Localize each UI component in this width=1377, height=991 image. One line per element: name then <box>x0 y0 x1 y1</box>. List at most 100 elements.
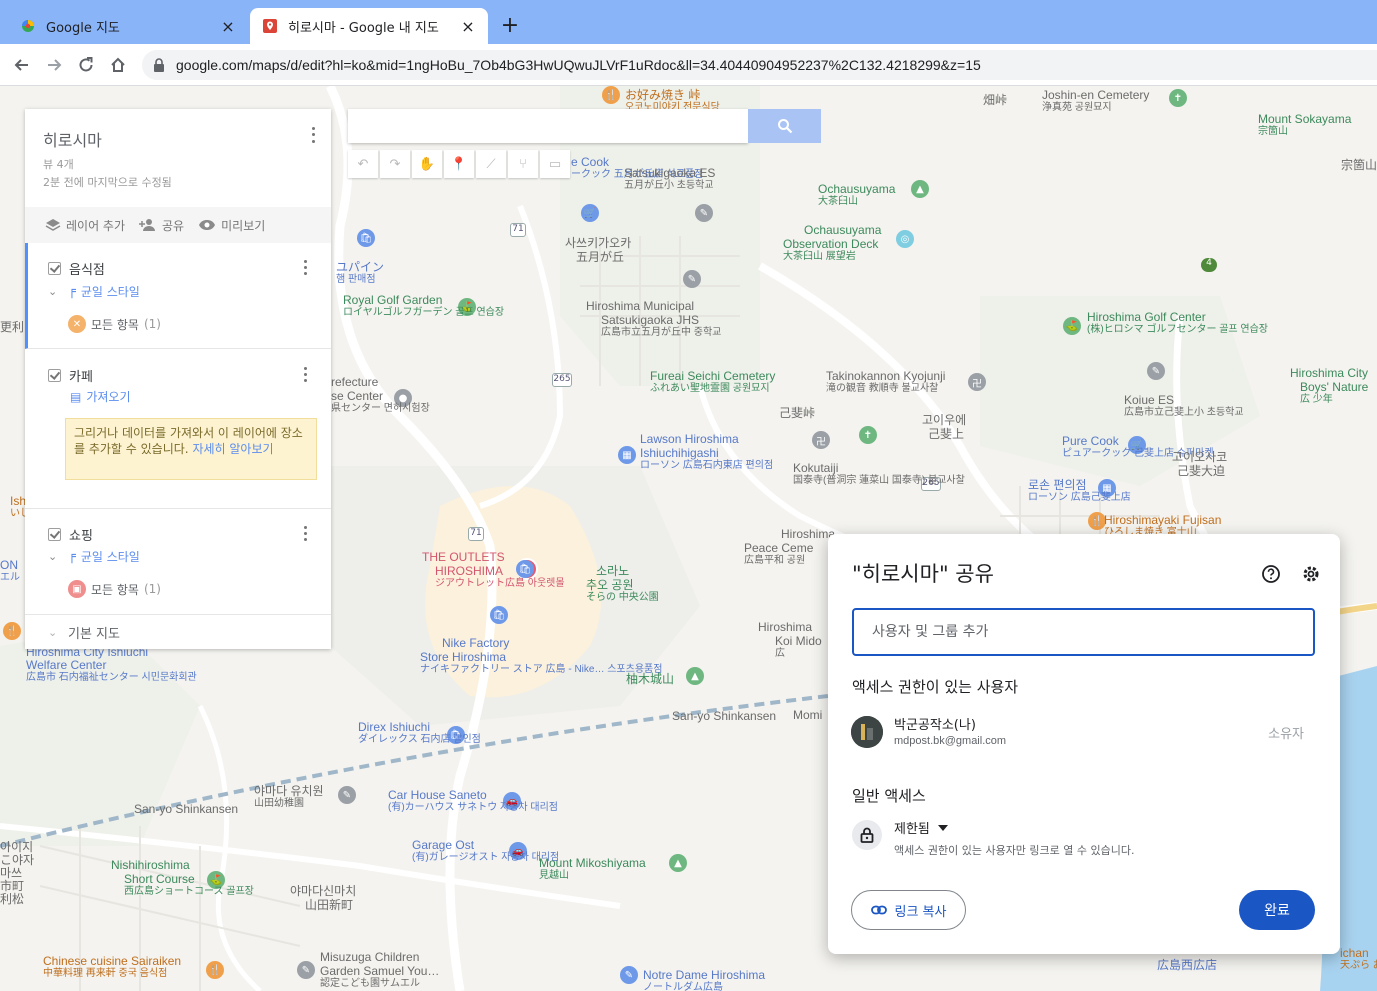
map-place-label[interactable]: 己斐大迫 <box>1177 464 1225 478</box>
directions-button[interactable]: ⑂ <box>508 150 538 178</box>
shop-pin-icon[interactable]: 🛒 <box>581 204 599 222</box>
layer-items-row[interactable]: ✕ 모든 항목 (1) <box>68 315 161 333</box>
map-place-label[interactable]: Momi <box>793 708 822 722</box>
map-place-label[interactable]: Misuzuga Children <box>320 950 419 964</box>
school-pin-icon[interactable]: ✎ <box>683 270 701 288</box>
map-place-label[interactable]: se Center 県センター 면허시험장 <box>331 389 430 414</box>
new-tab-button[interactable]: + <box>498 14 522 38</box>
map-place-label[interactable]: Nishihiroshima <box>111 858 190 872</box>
map-place-label[interactable]: 아이지 <box>0 840 33 854</box>
add-people-field[interactable] <box>852 608 1315 656</box>
temple-pin-icon[interactable]: 卍 <box>968 373 986 391</box>
map-place-label[interactable]: Kokutaiji 国泰寺(普洞宗 蓮菜山 国泰寺) 불교사찰 <box>793 461 965 486</box>
layer-checkbox[interactable] <box>48 262 61 275</box>
golf-pin-icon[interactable]: ⛳ <box>1063 317 1081 335</box>
map-place-label[interactable]: 사쓰키가오카 <box>565 236 631 250</box>
map-place-label[interactable]: Garage Ost (有)ガレージオスト 자동차 대리점 <box>412 838 559 863</box>
map-place-label[interactable]: Notre Dame Hiroshima ノートルダム広島 <box>643 968 765 991</box>
map-place-label[interactable]: 소라노 <box>596 564 629 578</box>
map-place-label[interactable]: Satsukigaoka ES 五月が丘小 초등학교 <box>624 166 715 191</box>
address-bar[interactable]: google.com/maps/d/edit?hl=ko&mid=1ngHoBu… <box>142 50 1377 80</box>
map-place-label[interactable]: Garden Samuel You… 認定こども園サムエル <box>320 964 439 989</box>
back-button[interactable] <box>8 51 36 79</box>
map-place-label[interactable]: 己斐上 <box>928 427 964 441</box>
park-pin-icon[interactable]: ▲ <box>686 667 704 685</box>
viewpoint-pin-icon[interactable]: ◎ <box>896 230 914 248</box>
map-place-label[interactable]: THE OUTLETS <box>422 550 505 564</box>
layer-options-button[interactable] <box>299 365 311 383</box>
map-search-input[interactable] <box>348 109 748 143</box>
cemetery-pin-icon[interactable]: ✝ <box>859 426 877 444</box>
chevron-down-icon[interactable]: ⌄ <box>48 626 68 639</box>
layer-checkbox[interactable] <box>48 528 61 541</box>
map-place-label[interactable]: Chinese cuisine Sairaiken 中華料理 再来軒 중국 음식점 <box>43 954 181 979</box>
school-pin-icon[interactable]: ✎ <box>1147 362 1165 380</box>
map-place-label[interactable]: Boys' Nature 広 少年 <box>1300 380 1368 405</box>
mountain-pin-icon[interactable]: ▲ <box>911 180 929 198</box>
map-place-label[interactable]: 마쓰 <box>0 866 22 880</box>
undo-button[interactable]: ↶ <box>348 150 378 178</box>
layer-items-row[interactable]: ▣ 모든 항목 (1) <box>68 580 161 598</box>
help-icon[interactable] <box>1261 564 1281 584</box>
map-place-label[interactable]: Ochausuyama 大茶臼山 <box>818 182 895 207</box>
map-place-label[interactable]: Hiroshima <box>758 620 812 634</box>
chevron-down-icon[interactable]: ⌄ <box>48 550 68 563</box>
map-place-label[interactable]: Peace Ceme 広島平和 공원 <box>744 541 813 566</box>
map-place-label[interactable]: Satsukigaoka JHS 広島市立五月が丘中 중학교 <box>601 313 721 338</box>
restaurant-pin-icon[interactable]: 🍴 <box>602 86 620 104</box>
map-place-label[interactable]: San-yo Shinkansen <box>134 802 238 816</box>
map-options-button[interactable] <box>307 125 319 145</box>
map-place-label[interactable]: 宗箇山 <box>1341 158 1377 172</box>
home-button[interactable] <box>104 51 132 79</box>
map-place-label[interactable]: 畑峠 <box>983 93 1007 107</box>
map-place-label[interactable]: Welfare Center 広島市 石内福祉センター 시민문화회관 <box>26 658 197 683</box>
map-place-label[interactable]: Observation Deck 大茶臼山 展望岩 <box>783 237 878 262</box>
map-place-label[interactable]: 己斐峠 <box>779 406 815 420</box>
temple-pin-icon[interactable]: 卍 <box>812 431 830 449</box>
map-place-label[interactable]: 市町 <box>0 879 24 893</box>
copy-link-button[interactable]: 링크 복사 <box>851 890 966 930</box>
learn-more-link[interactable]: 자세히 알아보기 <box>192 442 273 456</box>
map-place-label[interactable]: Koiue ES 広島市立己斐上小 초등학교 <box>1124 393 1244 418</box>
map-place-label[interactable]: 広島西広店 <box>1157 958 1217 972</box>
add-people-input[interactable] <box>872 624 1313 640</box>
add-marker-button[interactable]: 📍 <box>444 150 474 178</box>
draw-line-button[interactable]: ⟋ <box>476 150 506 178</box>
map-place-label[interactable]: ユパイン 햄 판매점 <box>336 260 384 285</box>
map-place-label[interactable]: Hiroshima <box>781 527 835 541</box>
add-layer-button[interactable]: 레이어 추가 <box>45 217 125 234</box>
cemetery-pin-icon[interactable]: ✝ <box>1169 89 1187 107</box>
measure-button[interactable]: ▭ <box>540 150 570 178</box>
school-pin-icon[interactable]: ✎ <box>297 961 315 979</box>
layer-name[interactable]: 음식점 <box>69 259 105 278</box>
school-pin-icon[interactable]: ✎ <box>695 204 713 222</box>
map-place-label[interactable]: 更利 <box>0 320 24 334</box>
tab-google-maps[interactable]: Google 지도 × <box>8 8 248 44</box>
map-place-label[interactable]: 柚木城山 <box>626 672 674 686</box>
layer-cafe[interactable]: 카페 ▤ 가져오기 그리거나 데이터를 가져와서 이 레이어에 장소를 추가할 … <box>25 350 331 509</box>
tab-close-icon[interactable]: × <box>220 17 236 36</box>
layer-name[interactable]: 쇼핑 <box>69 525 93 544</box>
layer-restaurants[interactable]: 음식점 ⌄ ╒ 균일 스타일 ✕ 모든 항목 (1) <box>25 243 331 349</box>
map-place-label[interactable]: 야마다 유치원 山田幼稚園 <box>254 784 324 809</box>
shop-pin-icon[interactable]: 🛍 <box>490 606 508 624</box>
map-place-label[interactable]: Car House Saneto (有)カーハウス サネトウ 자동차 대리점 <box>388 788 558 813</box>
map-place-label[interactable]: Fureai Seichi Cemetery ふれあい聖地霊園 공원묘지 <box>650 369 775 394</box>
map-place-label[interactable]: Takinokannon Kyojunji 滝の観音 教順寺 불교사찰 <box>826 369 945 394</box>
map-search-box[interactable] <box>348 109 748 143</box>
redo-button[interactable]: ↷ <box>380 150 410 178</box>
layer-name[interactable]: 카페 <box>69 366 93 385</box>
map-place-label[interactable]: 야마다신마치 <box>290 884 356 898</box>
shop-pin-icon[interactable]: 🛍 <box>357 229 375 247</box>
layer-shopping[interactable]: 쇼핑 ⌄ ╒ 균일 스타일 ▣ 모든 항목 (1) <box>25 510 331 615</box>
map-place-label[interactable]: Nike Factory <box>442 636 509 650</box>
map-place-label[interactable]: こ야자 <box>0 853 34 867</box>
map-place-label[interactable]: Hiroshima City <box>1290 366 1368 380</box>
map-place-label[interactable]: Mount Mikoshiyama 見越山 <box>539 856 646 881</box>
map-place-label[interactable]: HIROSHIMA ジアウトレット広島 아웃렛몰 <box>435 564 565 589</box>
school-pin-icon[interactable]: ✎ <box>620 966 638 984</box>
preview-button[interactable]: 미리보기 <box>198 217 265 234</box>
base-map-row[interactable]: ⌄ 기본 지도 <box>48 623 120 642</box>
map-title[interactable]: 히로시마 <box>43 127 102 151</box>
map-place-label[interactable]: ON エル <box>0 558 20 583</box>
